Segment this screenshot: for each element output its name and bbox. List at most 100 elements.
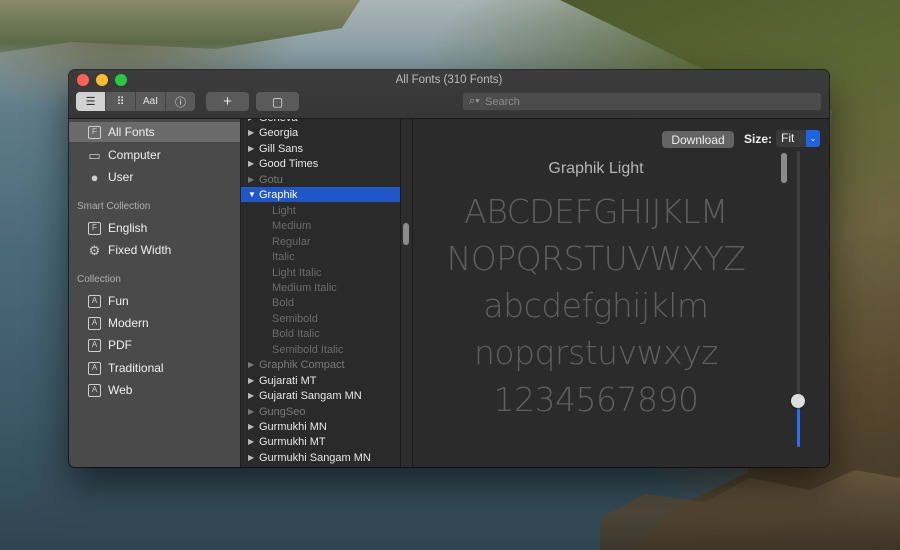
font-family-item[interactable]: ▶ Gill Sans [241,141,400,156]
sidebar-item-pdf[interactable]: A PDF [69,335,240,355]
font-item-label: Light Italic [272,266,322,279]
view-mode-segmented-control: ☰ ⠿ AaI ⓘ [76,92,195,111]
font-family-item[interactable]: ▶ GungSeo [241,404,400,419]
custom-view-button[interactable]: AaI [136,92,166,111]
size-slider-knob[interactable] [791,394,805,408]
sidebar-item-web[interactable]: A Web [69,380,240,400]
disclosure-collapsed-icon[interactable]: ▶ [248,422,256,431]
font-book-window: All Fonts (310 Fonts) ☰ ⠿ AaI ⓘ + ▢ ⌕▾ F… [69,70,829,467]
sidebar-item-user[interactable]: ● User [69,167,240,187]
font-style-item[interactable]: Bold [241,295,400,310]
sidebar-item-label: PDF [108,338,132,352]
font-family-item[interactable]: ▶ Gotu [241,172,400,187]
font-item-label: Gurmukhi Sangam MN [259,451,371,464]
sidebar-item-fun[interactable]: A Fun [69,291,240,311]
font-family-item[interactable]: ▶ Gurmukhi MT [241,434,400,449]
desktop-rocks [600,470,900,550]
font-file-icon: F [88,125,101,139]
font-style-item[interactable]: Medium [241,218,400,233]
sidebar-item-fixed-width[interactable]: ⚙ Fixed Width [69,240,240,260]
disclosure-collapsed-icon[interactable]: ▶ [248,437,256,446]
font-family-item[interactable]: ▶ Gujarati MT [241,373,400,388]
size-select-value: Fit [781,131,795,145]
desktop-hill-left [0,0,360,53]
sidebar-item-computer[interactable]: ▭ Computer [69,145,240,165]
plus-icon: + [223,93,232,110]
font-style-item[interactable]: Light Italic [241,265,400,280]
search-icon: ⌕▾ [469,95,480,107]
sidebar-item-english[interactable]: F English [69,218,240,238]
preview-scrollbar[interactable] [779,147,789,467]
font-item-label: Graphik Compact [259,358,345,371]
font-collection-icon: A [88,316,101,330]
add-font-button[interactable]: + [206,92,249,111]
preview-scroll-thumb[interactable] [781,153,787,183]
font-family-item[interactable]: ▶ Graphik Compact [241,357,400,372]
sidebar-item-traditional[interactable]: A Traditional [69,358,240,378]
font-style-item[interactable]: Semibold Italic [241,342,400,357]
font-item-label: Gurmukhi MN [259,420,327,433]
font-family-item[interactable]: ▶ Gurmukhi MN [241,419,400,434]
search-input[interactable] [485,93,805,110]
info-view-button[interactable]: ⓘ [166,92,195,111]
font-item-label: Italic [272,250,295,263]
font-collection-icon: A [88,361,101,375]
disclosure-collapsed-icon[interactable]: ▶ [248,144,256,153]
font-style-item[interactable]: Semibold [241,311,400,326]
disclosure-collapsed-icon[interactable]: ▶ [248,391,256,400]
size-slider-fill [797,402,800,447]
font-item-label: Regular [272,235,311,248]
disclosure-collapsed-icon[interactable]: ▶ [248,407,256,416]
size-label: Size: [744,132,773,146]
toolbar: All Fonts (310 Fonts) ☰ ⠿ AaI ⓘ + ▢ ⌕▾ [69,70,829,119]
font-family-item[interactable]: ▶ Good Times [241,156,400,171]
font-family-item[interactable]: ▶ Georgia [241,125,400,140]
font-family-list: ▶Geneva▶Georgia▶Gill Sans▶Good Times▶Got… [241,119,400,467]
grid-view-button[interactable]: ⠿ [106,92,136,111]
disclosure-collapsed-icon[interactable]: ▶ [248,360,256,369]
font-style-item[interactable]: Bold Italic [241,326,400,341]
sample-line-uppercase-1: ABCDEFGHIJKLM [464,192,728,231]
computer-icon: ▭ [88,147,101,163]
disclosure-collapsed-icon[interactable]: ▶ [248,175,256,184]
font-family-item[interactable]: ▼ Graphik [241,187,400,202]
disclosure-collapsed-icon[interactable]: ▶ [248,119,256,122]
font-item-label: Bold Italic [272,327,320,340]
disclosure-expanded-icon[interactable]: ▼ [248,190,256,199]
font-style-item[interactable]: Medium Italic [241,280,400,295]
download-button[interactable]: Download [662,131,734,148]
font-style-item[interactable]: Light [241,203,400,218]
font-item-label: Gurmukhi MT [259,435,326,448]
new-collection-button[interactable]: ▢ [256,92,299,111]
font-list-scrollbar[interactable] [400,119,413,467]
font-style-item[interactable]: Italic [241,249,400,264]
sample-line-lowercase-2: nopqrstuvwxyz [473,333,719,372]
sidebar-item-modern[interactable]: A Modern [69,313,240,333]
font-item-label: Georgia [259,126,299,139]
font-family-item[interactable]: ▶ Gujarati Sangam MN [241,388,400,403]
font-style-item[interactable]: Regular [241,234,400,249]
sidebar-item-label: English [108,221,148,235]
disclosure-collapsed-icon[interactable]: ▶ [248,376,256,385]
type-icon: AaI [142,96,158,107]
collection-heading: Collection [77,274,121,285]
disclosure-collapsed-icon[interactable]: ▶ [248,128,256,137]
font-item-label: Semibold Italic [272,343,344,356]
disclosure-collapsed-icon[interactable]: ▶ [248,159,256,168]
search-field[interactable]: ⌕▾ [462,92,822,111]
font-collection-icon: A [88,338,101,352]
list-lines-icon: ☰ [85,96,96,108]
sidebar-item-all-fonts[interactable]: F All Fonts [69,122,240,142]
font-item-label: Good Times [259,157,319,170]
font-file-icon: F [88,221,101,235]
sample-view-button[interactable]: ☰ [76,92,106,111]
font-collection-icon: A [88,294,101,308]
disclosure-collapsed-icon[interactable]: ▶ [248,453,256,462]
font-list-scroll-thumb[interactable] [403,223,409,245]
square-icon: ▢ [271,94,284,109]
font-item-label: Medium [272,219,312,232]
font-family-item[interactable]: ▶ Gurmukhi Sangam MN [241,450,400,465]
size-select[interactable]: Fit ⌄ [776,130,820,147]
info-icon: ⓘ [175,96,186,109]
font-item-label: Gotu [259,173,283,186]
